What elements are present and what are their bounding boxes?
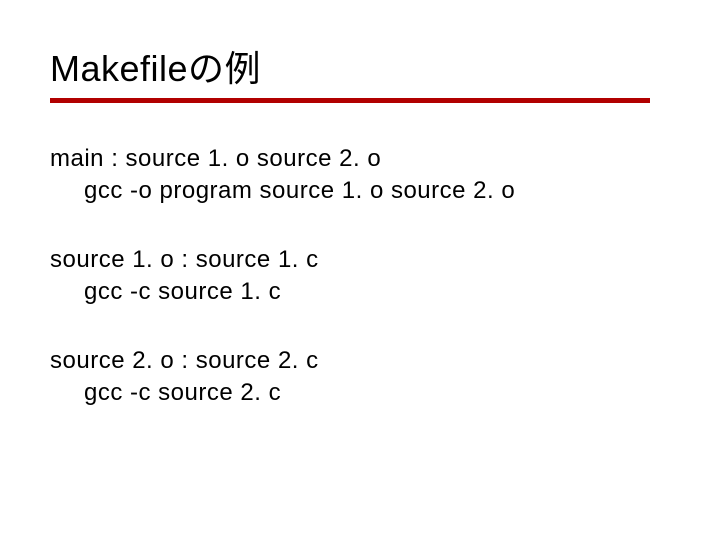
makefile-rule: main : source 1. o source 2. o gcc -o pr… xyxy=(50,143,670,208)
slide-content: main : source 1. o source 2. o gcc -o pr… xyxy=(50,143,670,409)
rule-command-line: gcc -c source 2. c xyxy=(50,377,670,409)
rule-target-line: source 2. o : source 2. c xyxy=(50,345,670,377)
rule-command-line: gcc -o program source 1. o source 2. o xyxy=(50,175,670,207)
slide: Makefileの例 main : source 1. o source 2. … xyxy=(0,0,720,540)
slide-title: Makefileの例 xyxy=(50,40,670,92)
makefile-rule: source 2. o : source 2. c gcc -c source … xyxy=(50,345,670,410)
rule-target-line: main : source 1. o source 2. o xyxy=(50,143,670,175)
makefile-rule: source 1. o : source 1. c gcc -c source … xyxy=(50,244,670,309)
title-underline xyxy=(50,98,650,103)
rule-target-line: source 1. o : source 1. c xyxy=(50,244,670,276)
title-block: Makefileの例 xyxy=(50,40,670,103)
rule-command-line: gcc -c source 1. c xyxy=(50,276,670,308)
